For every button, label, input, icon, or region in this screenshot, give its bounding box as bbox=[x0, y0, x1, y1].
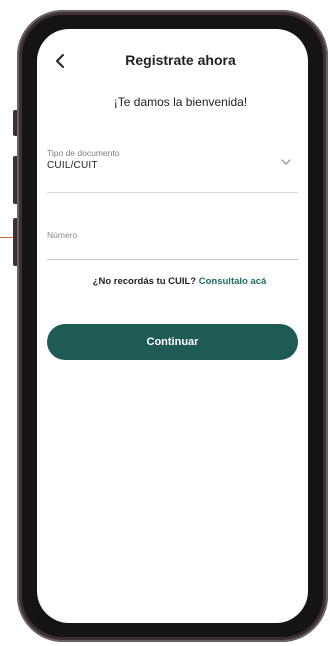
number-field[interactable]: Número bbox=[47, 211, 298, 260]
app-mockup: Registrate ahora ¡Te damos la bienvenida… bbox=[0, 0, 330, 646]
consult-link[interactable]: Consultalo acá bbox=[199, 276, 267, 287]
chevron-down-icon bbox=[281, 159, 291, 165]
document-type-label: Tipo de documento bbox=[47, 148, 120, 158]
phone-frame: Registrate ahora ¡Te damos la bienvenida… bbox=[17, 10, 328, 642]
number-placeholder: Número bbox=[47, 230, 78, 240]
continue-button[interactable]: Continuar bbox=[47, 324, 298, 360]
phone-bezel: Registrate ahora ¡Te damos la bienvenida… bbox=[22, 15, 323, 637]
header: Registrate ahora bbox=[37, 49, 308, 73]
welcome-text: ¡Te damos la bienvenida! bbox=[113, 95, 248, 109]
phone-screen: Registrate ahora ¡Te damos la bienvenida… bbox=[37, 29, 308, 623]
hint-question: ¿No recordás tu CUIL? bbox=[92, 276, 197, 287]
document-type-value: CUIL/CUIT bbox=[47, 160, 98, 171]
document-type-select[interactable]: Tipo de documento CUIL/CUIT bbox=[47, 140, 298, 193]
page-title: Registrate ahora bbox=[125, 52, 236, 68]
cuil-hint: ¿No recordás tu CUIL? Consultalo acá bbox=[37, 276, 308, 287]
